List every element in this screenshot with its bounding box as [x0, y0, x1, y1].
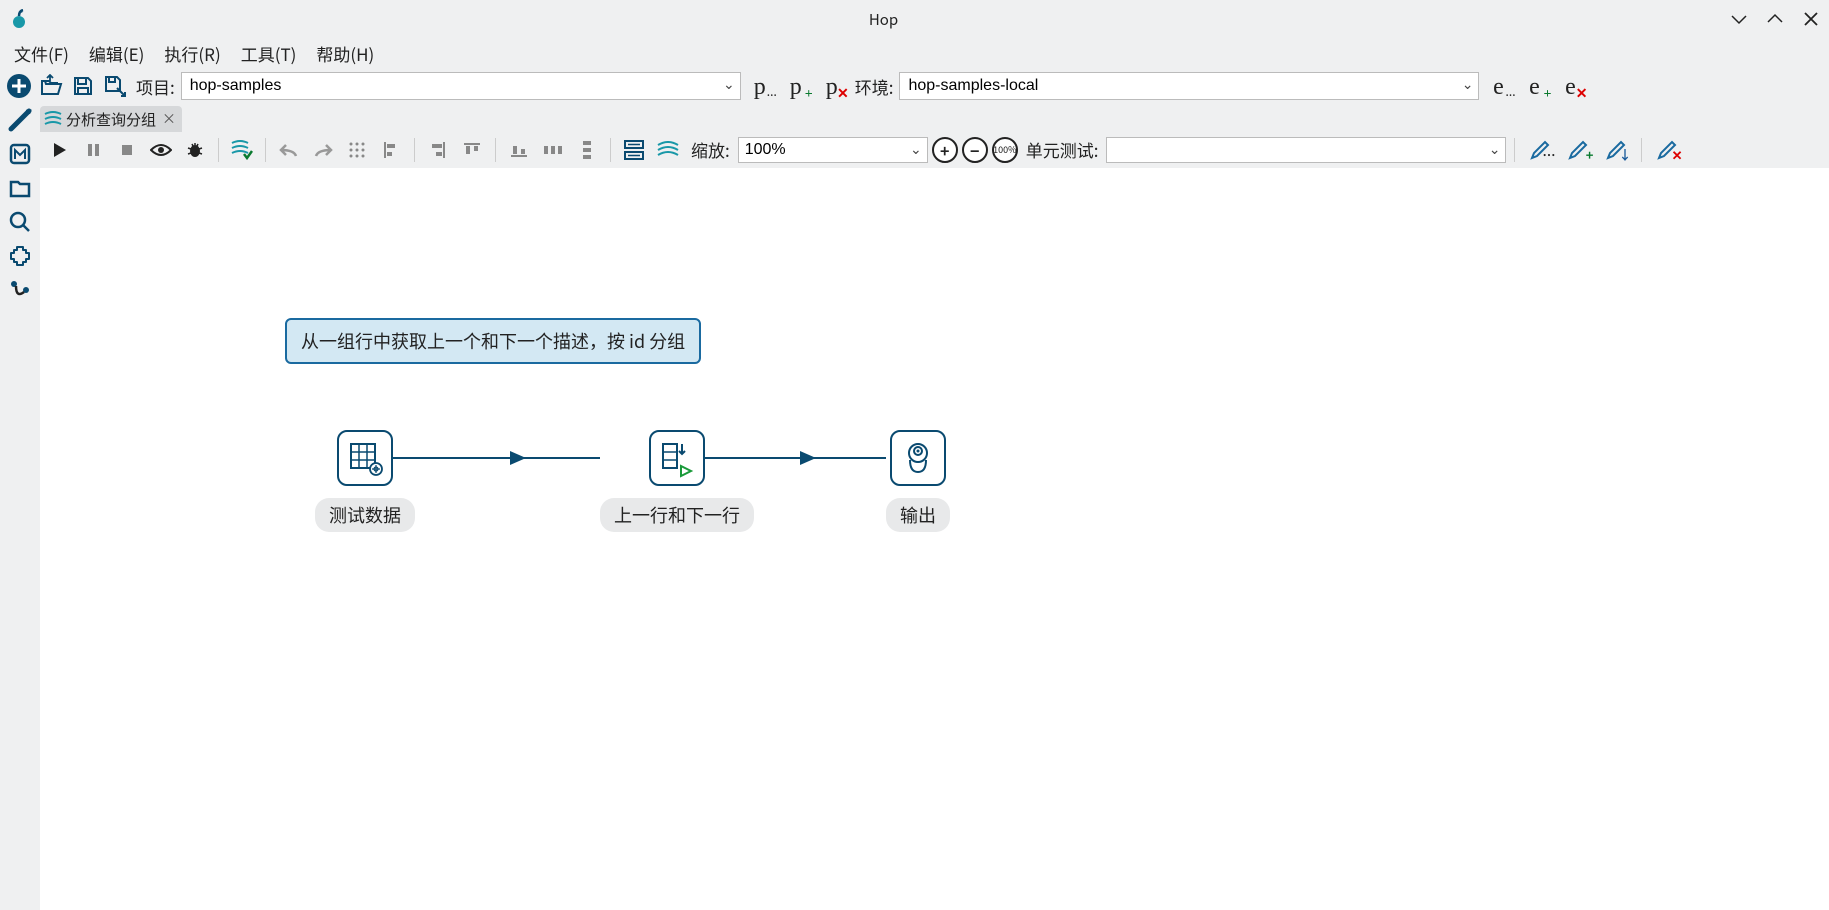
edit-test-button[interactable]: … — [1523, 136, 1557, 164]
zoom-100-button[interactable]: 100% — [992, 137, 1018, 163]
dummy-icon — [890, 430, 946, 486]
undo-button[interactable] — [274, 135, 304, 165]
tab-close-button[interactable]: × — [162, 109, 176, 129]
perspective-sidebar — [0, 104, 40, 910]
zoom-input[interactable] — [738, 137, 928, 163]
node-prev-next-row[interactable]: 上一行和下一行 — [600, 430, 754, 532]
project-add-button[interactable]: p+ — [779, 71, 813, 101]
pipeline-icon-button[interactable] — [653, 135, 683, 165]
env-delete-button[interactable]: e✕ — [1553, 71, 1587, 101]
perspective-metadata[interactable] — [6, 140, 34, 168]
pipeline-icon — [44, 110, 62, 128]
add-test-button[interactable]: + — [1561, 136, 1595, 164]
env-edit-button[interactable]: e… — [1481, 71, 1515, 101]
env-select[interactable] — [899, 72, 1479, 100]
menu-tools[interactable]: 工具(T) — [231, 37, 307, 70]
perspective-file-explorer[interactable] — [6, 174, 34, 202]
menu-edit[interactable]: 编辑(E) — [79, 37, 155, 70]
perspective-plugins[interactable] — [6, 242, 34, 270]
delete-test-button[interactable]: ✕ — [1650, 136, 1684, 164]
env-label: 环境: — [851, 74, 898, 99]
data-grid-icon — [337, 430, 393, 486]
pipeline-check-button[interactable] — [227, 135, 257, 165]
app-icon — [8, 8, 30, 30]
perspective-search[interactable] — [6, 208, 34, 236]
env-add-button[interactable]: e+ — [1517, 71, 1551, 101]
zoom-label: 缩放: — [687, 137, 734, 162]
editor-toolbar: 缩放: + − 100% 单元测试: … + ↓ ✕ — [40, 132, 1829, 168]
pipeline-canvas[interactable]: 从一组行中获取上一个和下一个描述，按 id 分组 测试数据 上一行和下一行 — [40, 168, 1829, 910]
snap-grid-button[interactable] — [342, 135, 372, 165]
project-label: 项目: — [132, 74, 179, 99]
save-as-button[interactable] — [100, 71, 130, 101]
menu-run[interactable]: 执行(R) — [154, 37, 230, 70]
align-left-button[interactable] — [376, 135, 406, 165]
preview-button[interactable] — [146, 135, 176, 165]
project-edit-button[interactable]: p… — [743, 71, 777, 101]
perspective-neo4j[interactable] — [6, 276, 34, 304]
distribute-v-button[interactable] — [572, 135, 602, 165]
tab-title: 分析查询分组 — [66, 109, 156, 130]
node-label: 测试数据 — [315, 498, 415, 532]
window-title: Hop — [38, 9, 1729, 30]
node-label: 上一行和下一行 — [600, 498, 754, 532]
save-button[interactable] — [68, 71, 98, 101]
unit-test-input[interactable] — [1106, 137, 1506, 163]
menubar: 文件(F) 编辑(E) 执行(R) 工具(T) 帮助(H) — [0, 38, 1829, 68]
pause-button[interactable] — [78, 135, 108, 165]
open-button[interactable] — [36, 71, 66, 101]
maximize-button[interactable] — [1765, 9, 1785, 29]
tab-pipeline[interactable]: 分析查询分组 × — [40, 106, 182, 132]
node-output[interactable]: 输出 — [886, 430, 950, 532]
main-toolbar: 项目: p… p+ p✕ 环境: e… e+ e✕ — [0, 68, 1829, 104]
redo-button[interactable] — [308, 135, 338, 165]
project-select[interactable] — [181, 72, 741, 100]
align-top-button[interactable] — [457, 135, 487, 165]
menu-help[interactable]: 帮助(H) — [306, 37, 384, 70]
new-button[interactable] — [4, 71, 34, 101]
tabstrip: 分析查询分组 × — [40, 104, 1829, 132]
analytic-query-icon — [649, 430, 705, 486]
unit-test-label: 单元测试: — [1022, 137, 1103, 162]
show-execution-results-button[interactable] — [619, 135, 649, 165]
align-right-button[interactable] — [423, 135, 453, 165]
zoom-in-button[interactable]: + — [932, 137, 958, 163]
node-label: 输出 — [886, 498, 950, 532]
perspective-data-orchestration[interactable] — [6, 106, 34, 134]
stop-button[interactable] — [112, 135, 142, 165]
debug-button[interactable] — [180, 135, 210, 165]
minimize-button[interactable] — [1729, 9, 1749, 29]
canvas-note[interactable]: 从一组行中获取上一个和下一个描述，按 id 分组 — [285, 318, 701, 364]
titlebar: Hop — [0, 0, 1829, 38]
close-button[interactable] — [1801, 9, 1821, 29]
hop-2-3-arrow — [800, 451, 816, 465]
download-test-button[interactable]: ↓ — [1599, 136, 1633, 164]
zoom-out-button[interactable]: − — [962, 137, 988, 163]
menu-file[interactable]: 文件(F) — [4, 37, 79, 70]
hop-1-2-arrow — [510, 451, 526, 465]
distribute-h-button[interactable] — [538, 135, 568, 165]
node-test-data[interactable]: 测试数据 — [315, 430, 415, 532]
run-button[interactable] — [44, 135, 74, 165]
project-delete-button[interactable]: p✕ — [815, 71, 849, 101]
window-controls — [1729, 9, 1821, 29]
align-bottom-button[interactable] — [504, 135, 534, 165]
